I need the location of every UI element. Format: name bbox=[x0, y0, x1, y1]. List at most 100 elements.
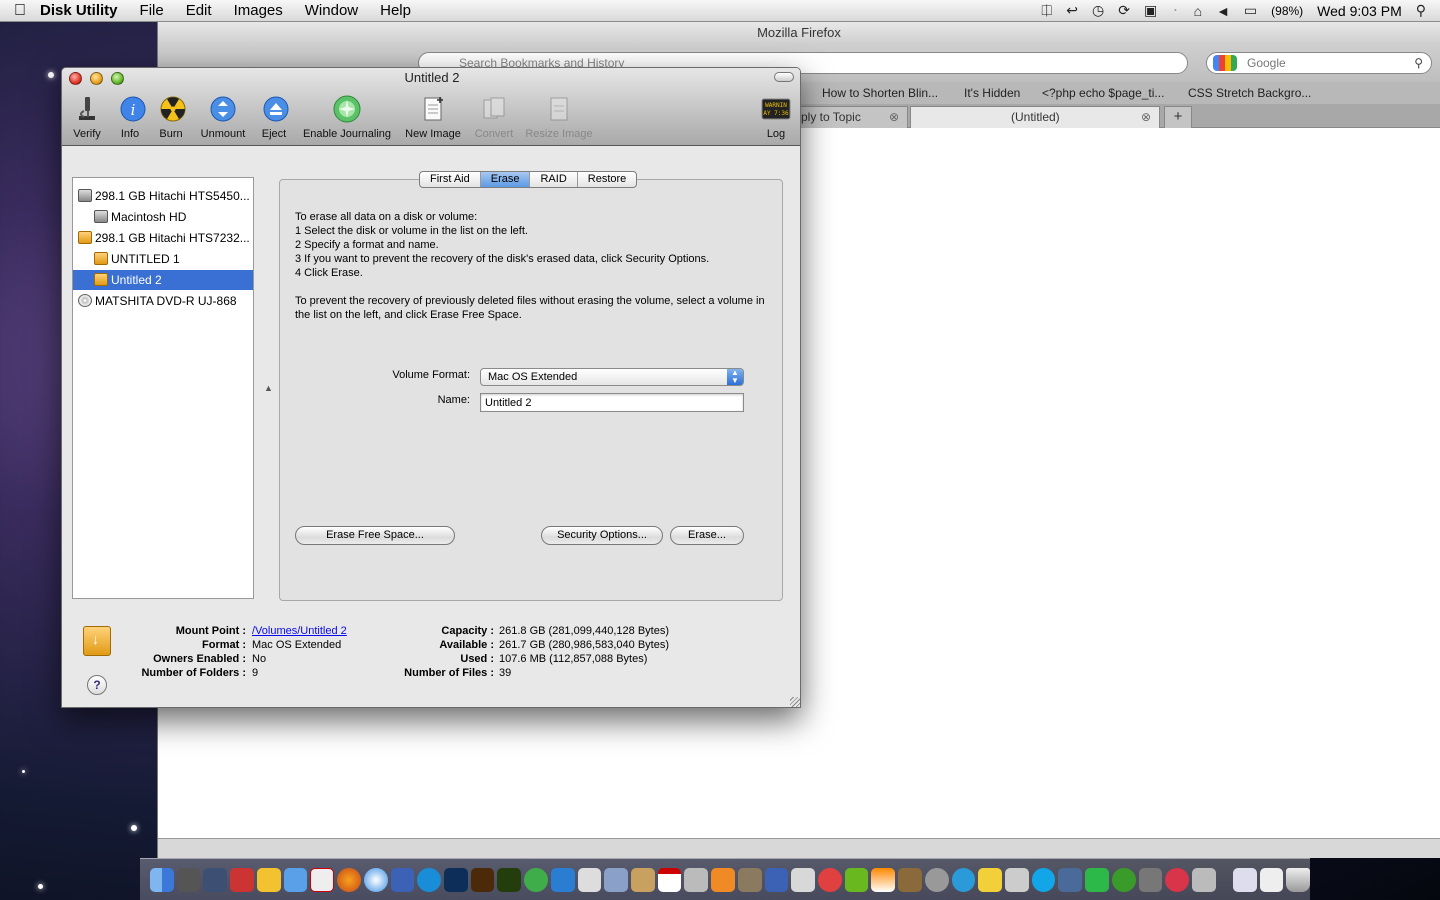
verify-button[interactable]: Verify bbox=[70, 94, 104, 140]
spaces-dock-icon[interactable] bbox=[203, 867, 228, 892]
dock-app-icon[interactable] bbox=[256, 867, 281, 892]
bookmark-item[interactable]: CSS Stretch Backgro... bbox=[1188, 86, 1311, 100]
new-tab-button[interactable]: + bbox=[1164, 106, 1192, 128]
disk-list-item[interactable]: Macintosh HD bbox=[73, 207, 253, 227]
menu-edit[interactable]: Edit bbox=[186, 2, 212, 19]
resize-image-button[interactable]: Resize Image bbox=[524, 94, 594, 140]
dock-app-icon[interactable] bbox=[791, 867, 815, 892]
spotlight-icon[interactable]: ⚲ bbox=[1416, 2, 1426, 19]
bookmark-item[interactable]: It's Hidden bbox=[964, 86, 1020, 100]
volume-format-select[interactable]: Mac OS Extended ▲ ▼ bbox=[480, 368, 744, 386]
sync-icon[interactable]: ↩ bbox=[1066, 2, 1078, 19]
dock-app-icon[interactable] bbox=[898, 867, 922, 892]
time-machine-icon[interactable]: ◷ bbox=[1092, 2, 1104, 19]
firefox-tab-active[interactable]: (Untitled) ⊗ bbox=[910, 106, 1160, 128]
illustrator-dock-icon[interactable] bbox=[470, 867, 495, 892]
refresh-icon[interactable]: ⟳ bbox=[1118, 2, 1130, 19]
dock-app-icon[interactable] bbox=[390, 867, 415, 892]
dock-app-icon[interactable] bbox=[1005, 867, 1029, 892]
disk-list-item[interactable]: 298.1 GB Hitachi HTS7232... bbox=[73, 228, 253, 248]
mount-point-link[interactable]: /Volumes/Untitled 2 bbox=[252, 625, 347, 637]
enable-journaling-button[interactable]: Enable Journaling bbox=[300, 94, 394, 140]
close-tab-icon[interactable]: ⊗ bbox=[1141, 107, 1151, 127]
disk-list-item[interactable]: 298.1 GB Hitachi HTS5450... bbox=[73, 186, 253, 206]
dock-app-icon[interactable] bbox=[1138, 867, 1163, 892]
toolbar-toggle-button[interactable] bbox=[774, 72, 794, 82]
adobe-cs-icon[interactable]: ⎅ bbox=[1041, 2, 1052, 19]
burn-button[interactable]: Burn bbox=[158, 94, 186, 140]
itunes-dock-icon[interactable] bbox=[283, 867, 308, 892]
split-view-handle[interactable]: ▲ bbox=[264, 383, 273, 393]
dock-app-icon[interactable] bbox=[524, 867, 548, 892]
dock-app-icon[interactable] bbox=[978, 867, 1003, 892]
security-options-button[interactable]: Security Options... bbox=[541, 526, 663, 545]
menu-help[interactable]: Help bbox=[380, 2, 411, 19]
disk-list-item[interactable]: UNTITLED 1 bbox=[73, 249, 253, 269]
erase-button[interactable]: Erase... bbox=[670, 526, 744, 545]
eject-button[interactable]: Eject bbox=[261, 94, 289, 140]
bookmark-item[interactable]: How to Shorten Blin... bbox=[822, 86, 938, 100]
log-button[interactable]: WARNIN AY 7:36 Log bbox=[760, 94, 792, 140]
dock-folder-icon[interactable] bbox=[1259, 867, 1284, 892]
bluetooth-icon[interactable]: ᛫ bbox=[1171, 3, 1179, 19]
skype-dock-icon[interactable] bbox=[1031, 867, 1056, 892]
erase-free-space-button[interactable]: Erase Free Space... bbox=[295, 526, 455, 545]
app-menu[interactable]: Disk Utility bbox=[40, 2, 118, 19]
dock-app-icon[interactable] bbox=[684, 867, 709, 892]
utorrent-dock-icon[interactable] bbox=[1111, 867, 1136, 892]
finder-dock-icon[interactable] bbox=[150, 867, 174, 892]
dock-app-icon[interactable] bbox=[604, 867, 628, 892]
dock-app-icon[interactable] bbox=[844, 867, 869, 892]
dock-app-icon[interactable] bbox=[417, 867, 441, 892]
display-icon[interactable]: ▣ bbox=[1144, 2, 1157, 19]
dreamweaver-dock-icon[interactable] bbox=[497, 867, 522, 892]
tab-erase[interactable]: Erase bbox=[480, 172, 531, 187]
dock-app-icon[interactable] bbox=[1165, 867, 1190, 892]
tab-first-aid[interactable]: First Aid bbox=[420, 172, 481, 187]
ical-dock-icon[interactable] bbox=[657, 867, 682, 892]
dock-folder-icon[interactable] bbox=[1232, 867, 1257, 892]
battery-icon[interactable]: ▭ bbox=[1244, 2, 1257, 19]
volume-icon[interactable]: ◄ bbox=[1216, 3, 1230, 19]
new-image-button[interactable]: New Image bbox=[403, 94, 463, 140]
firefox-dock-icon[interactable] bbox=[337, 867, 361, 892]
tab-restore[interactable]: Restore bbox=[578, 172, 637, 187]
wifi-icon[interactable]: ⌂ bbox=[1194, 3, 1202, 19]
dock-app-icon[interactable] bbox=[577, 867, 602, 892]
dock-app-icon[interactable] bbox=[230, 867, 254, 892]
apple-menu-icon[interactable]:  bbox=[0, 2, 40, 20]
close-tab-icon[interactable]: ⊗ bbox=[889, 107, 899, 127]
window-resize-grip[interactable] bbox=[790, 697, 800, 707]
convert-button[interactable]: Convert bbox=[472, 94, 516, 140]
dock-app-icon[interactable] bbox=[630, 867, 655, 892]
dock-app-icon[interactable] bbox=[1192, 867, 1216, 892]
dock-app-icon[interactable] bbox=[818, 867, 842, 892]
tab-raid[interactable]: RAID bbox=[530, 172, 578, 187]
dock-app-icon[interactable] bbox=[924, 867, 949, 892]
name-field[interactable] bbox=[480, 393, 744, 412]
safari-dock-icon[interactable] bbox=[363, 867, 388, 892]
dock-app-icon[interactable] bbox=[1058, 867, 1083, 892]
trash-dock-icon[interactable] bbox=[1286, 867, 1310, 892]
menu-window[interactable]: Window bbox=[305, 2, 358, 19]
info-button[interactable]: i Info bbox=[118, 94, 146, 140]
menu-images[interactable]: Images bbox=[234, 2, 283, 19]
disk-list-item-selected[interactable]: Untitled 2 bbox=[73, 270, 253, 290]
bookmark-item[interactable]: <?php echo $page_ti... bbox=[1042, 86, 1164, 100]
dock-app-icon[interactable] bbox=[737, 867, 762, 892]
menu-file[interactable]: File bbox=[140, 2, 164, 19]
dock-app-icon[interactable] bbox=[310, 867, 335, 892]
dock-app-icon[interactable] bbox=[1085, 867, 1109, 892]
dock-app-icon[interactable] bbox=[764, 867, 789, 892]
dashboard-dock-icon[interactable] bbox=[176, 867, 201, 892]
disk-list-item[interactable]: MATSHITA DVD-R UJ-868 bbox=[73, 291, 253, 311]
search-box[interactable]: Google ⚲ bbox=[1206, 52, 1432, 74]
dock-app-icon[interactable] bbox=[711, 867, 735, 892]
clock[interactable]: Wed 9:03 PM bbox=[1317, 3, 1402, 19]
search-icon[interactable]: ⚲ bbox=[1414, 53, 1423, 73]
unmount-button[interactable]: Unmount bbox=[198, 94, 248, 140]
photoshop-dock-icon[interactable] bbox=[443, 867, 468, 892]
vlc-dock-icon[interactable] bbox=[871, 867, 896, 892]
dock-app-icon[interactable] bbox=[550, 867, 575, 892]
dock-app-icon[interactable] bbox=[951, 867, 976, 892]
